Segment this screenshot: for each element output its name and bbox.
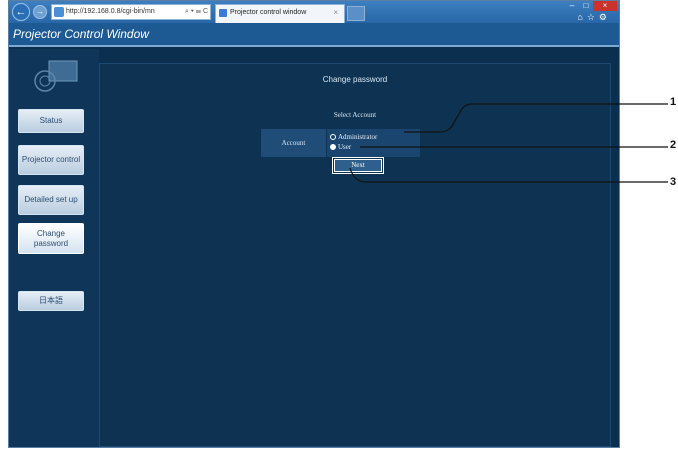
tab-favicon-icon <box>219 9 227 17</box>
radio-user-label: User <box>338 143 352 151</box>
page-title: Projector Control Window <box>13 27 149 41</box>
main-panel: Change password Select Account Account A… <box>99 63 611 447</box>
sidebar-item-language[interactable]: 日本語 <box>18 291 84 311</box>
browser-titlebar: ← → http://192.168.0.8/cgi-bin/mn ⌕ ▾ ☰ … <box>9 1 619 23</box>
sidebar-item-detailed-setup[interactable]: Detailed set up <box>18 185 84 215</box>
minimize-icon[interactable]: ‒ <box>565 1 579 11</box>
radio-user[interactable]: User <box>330 142 351 152</box>
select-account-heading: Select Account <box>333 111 377 119</box>
radio-unchecked-icon[interactable] <box>330 134 336 140</box>
radio-administrator[interactable]: Administrator <box>330 132 377 142</box>
page-header: Projector Control Window <box>9 23 619 47</box>
site-icon <box>54 7 64 17</box>
close-icon[interactable]: × <box>593 1 617 11</box>
address-controls[interactable]: ⌕ ▾ ☰ C <box>185 5 208 19</box>
new-tab-button[interactable] <box>347 6 365 21</box>
account-label: Account <box>261 129 326 157</box>
tab-close-icon[interactable]: × <box>333 5 338 21</box>
next-button[interactable]: Next <box>332 157 384 174</box>
sidebar-item-change-password[interactable]: Change password <box>18 223 84 254</box>
forward-arrow-icon[interactable]: → <box>33 5 47 19</box>
address-text: http://192.168.0.8/cgi-bin/mn <box>66 8 155 15</box>
browser-tab[interactable]: Projector control window × <box>215 4 345 23</box>
browser-window: ← → http://192.168.0.8/cgi-bin/mn ⌕ ▾ ☰ … <box>8 0 620 448</box>
tab-title: Projector control window <box>230 9 307 16</box>
account-radio-group: Administrator User <box>327 129 420 157</box>
back-arrow-icon[interactable]: ← <box>12 3 30 21</box>
callout-number-3: 3 <box>670 176 677 188</box>
radio-checked-icon[interactable] <box>330 144 336 150</box>
callout-number-1: 1 <box>670 96 677 108</box>
address-bar[interactable]: http://192.168.0.8/cgi-bin/mn ⌕ ▾ ☰ C <box>51 4 211 20</box>
home-favorites-settings-icons[interactable]: ⌂☆⚙ <box>577 12 611 23</box>
maximize-icon[interactable]: □ <box>579 1 593 11</box>
sidebar-item-status[interactable]: Status <box>18 109 84 133</box>
projector-logo-icon <box>34 60 78 92</box>
panel-title: Change password <box>322 75 388 84</box>
radio-administrator-label: Administrator <box>338 133 378 141</box>
sidebar: Status Projector control Detailed set up… <box>9 49 99 447</box>
callout-number-2: 2 <box>670 139 677 151</box>
sidebar-item-projector-control[interactable]: Projector control <box>18 145 84 175</box>
